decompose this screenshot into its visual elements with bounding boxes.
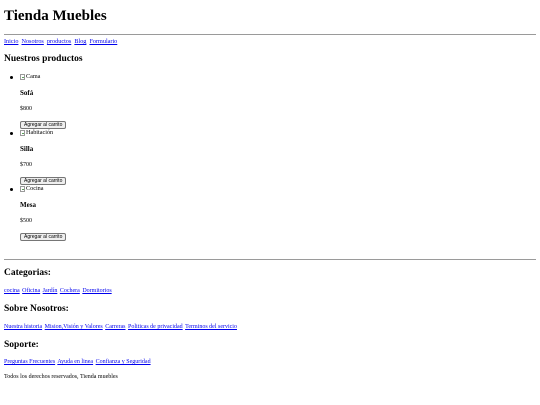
categories-heading: Categorias:: [4, 268, 51, 278]
product-name: Sofá: [20, 89, 34, 97]
nav-link-formulario[interactable]: Formulario: [89, 38, 117, 45]
product-image: Cama: [20, 73, 40, 80]
category-link-cocina[interactable]: cocina: [4, 288, 20, 294]
support-heading: Soporte:: [4, 340, 39, 350]
about-link-terminos[interactable]: Terminos del servicio: [185, 324, 237, 330]
list-bullet: [10, 76, 13, 79]
about-heading: Sobre Nosotros:: [4, 304, 69, 314]
add-to-cart-button[interactable]: Agregar al carrito: [20, 233, 67, 241]
category-link-cochera[interactable]: Cochera: [60, 288, 80, 294]
add-to-cart-button[interactable]: Agregar al carrito: [20, 177, 67, 185]
about-link-historia[interactable]: Nuestra historia: [4, 324, 42, 330]
category-link-oficina[interactable]: Oficina: [22, 288, 40, 294]
category-link-jardin[interactable]: Jardín: [43, 288, 58, 294]
product-price: $700: [20, 162, 32, 168]
product-image-alt: Habitación: [26, 129, 54, 136]
nav-link-nosotros[interactable]: Nosotros: [21, 38, 43, 45]
site-title: Tienda Muebles: [4, 8, 107, 24]
support-link-faq[interactable]: Preguntas Frecuentes: [4, 359, 55, 365]
support-links: Preguntas Frecuentes Ayuda en linea Conf…: [4, 359, 152, 365]
product-name: Silla: [20, 145, 34, 153]
list-bullet: [10, 132, 13, 135]
broken-image-icon: [20, 73, 25, 80]
nav-link-blog[interactable]: Blog: [74, 38, 86, 45]
product-image: Habitación: [20, 129, 53, 136]
nav-link-inicio[interactable]: Inicio: [4, 38, 18, 45]
header-divider: [4, 34, 536, 35]
broken-image-icon: [20, 129, 25, 136]
categories-links: cocina Oficina Jardín Cochera Dormitorio…: [4, 288, 113, 294]
main-nav: Inicio Nosotros productos Blog Formulari…: [4, 38, 119, 45]
add-to-cart-button[interactable]: Agregar al carrito: [20, 121, 67, 129]
about-links: Nuestra historia Mision,Visión y Valores…: [4, 324, 238, 330]
footer-divider: [4, 259, 536, 260]
copyright-text: Todos los derechos reservados, Tienda mu…: [4, 374, 118, 380]
product-name: Mesa: [20, 201, 36, 209]
product-image-alt: Cama: [26, 73, 41, 80]
nav-link-productos[interactable]: productos: [47, 38, 71, 45]
product-image: Cocina: [20, 185, 44, 192]
broken-image-icon: [20, 185, 25, 192]
category-link-dormitorios[interactable]: Dormitorios: [82, 288, 111, 294]
page: Tienda Muebles Inicio Nosotros productos…: [0, 0, 540, 405]
product-image-alt: Cocina: [26, 185, 44, 192]
about-link-mision[interactable]: Mision,Visión y Valores: [45, 324, 103, 330]
support-link-ayuda[interactable]: Ayuda en linea: [57, 359, 93, 365]
list-bullet: [10, 188, 13, 191]
about-link-privacidad[interactable]: Politicas de privacidad: [128, 324, 183, 330]
product-price: $800: [20, 106, 32, 112]
products-heading: Nuestros productos: [4, 54, 83, 64]
product-price: $500: [20, 218, 32, 224]
about-link-carreras[interactable]: Carreras: [105, 324, 125, 330]
support-link-confianza[interactable]: Confianza y Seguridad: [96, 359, 151, 365]
